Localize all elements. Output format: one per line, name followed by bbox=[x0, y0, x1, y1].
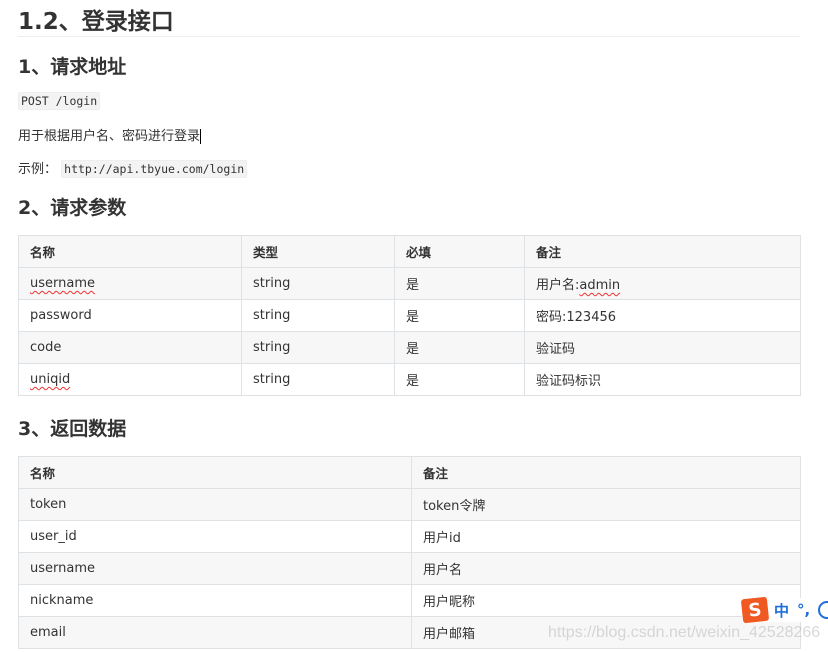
cell: username bbox=[18, 552, 412, 585]
cell: 是 bbox=[394, 331, 525, 364]
example-url: http://api.tbyue.com/login bbox=[61, 160, 248, 178]
cell: 验证码标识 bbox=[524, 363, 801, 396]
page-title: 1.2、登录接口 bbox=[18, 9, 174, 35]
example-label: 示例： bbox=[18, 162, 58, 177]
cell: string bbox=[241, 299, 395, 332]
header-cell: 备注 bbox=[411, 456, 801, 489]
header-cell: 必填 bbox=[394, 235, 525, 268]
method-code: POST /login bbox=[18, 92, 101, 110]
text-cursor bbox=[200, 129, 202, 144]
cell: 是 bbox=[394, 267, 525, 300]
cell: code bbox=[18, 331, 242, 364]
cell: uniqid bbox=[30, 372, 71, 387]
section-heading: 1、请求地址 bbox=[18, 56, 127, 78]
divider bbox=[18, 36, 800, 37]
return-table: 名称 备注 token token令牌 user_id 用户id username 用户… bbox=[18, 456, 801, 649]
watermark: https://blog.csdn.net/weixin_42528266 bbox=[548, 624, 821, 641]
header-cell: 名称 bbox=[18, 235, 242, 268]
cell: 密码:123456 bbox=[524, 299, 801, 332]
cell: email bbox=[18, 616, 412, 649]
cell: token bbox=[18, 488, 412, 521]
description[interactable]: 用于根据用户名、密码进行登录 bbox=[18, 125, 202, 144]
params-table: 名称 类型 必填 备注 username string 是用户名:admin pas… bbox=[18, 235, 801, 396]
cell: string bbox=[241, 363, 395, 396]
table-row: nickname 用户昵称 bbox=[18, 584, 801, 617]
cell: string bbox=[241, 331, 395, 364]
example: 示例： http://api.tbyue.com/login bbox=[18, 158, 248, 178]
ime-toolbar[interactable]: S 中 °, bbox=[740, 596, 828, 624]
cell: password bbox=[18, 299, 242, 332]
cell: user_id bbox=[18, 520, 412, 553]
section-heading: 2、请求参数 bbox=[18, 197, 127, 219]
table-row: token token令牌 bbox=[18, 488, 801, 521]
ime-punct-toggle[interactable]: °, bbox=[797, 601, 810, 619]
section-heading: 3、返回数据 bbox=[18, 418, 127, 440]
cell: username bbox=[30, 276, 95, 291]
table-header-row: 名称 备注 bbox=[18, 456, 801, 489]
table-row: password string 是密码:123456 bbox=[18, 299, 801, 332]
table-header-row: 名称 类型 必填 备注 bbox=[18, 235, 801, 268]
cell: nickname bbox=[18, 584, 412, 617]
request-method: POST /login bbox=[18, 92, 101, 110]
ime-mode-toggle[interactable]: 中 bbox=[774, 600, 789, 621]
table-row: username 用户名 bbox=[18, 552, 801, 585]
header-cell: 名称 bbox=[18, 456, 412, 489]
smiley-icon[interactable] bbox=[818, 601, 828, 619]
table-row: code string 是验证码 bbox=[18, 331, 801, 364]
table-row: uniqid string 是验证码标识 bbox=[18, 363, 801, 396]
cell: token令牌 bbox=[411, 488, 801, 521]
header-cell: 类型 bbox=[241, 235, 395, 268]
sogou-logo-icon[interactable]: S bbox=[740, 596, 770, 624]
cell: 验证码 bbox=[524, 331, 801, 364]
cell: 用户名 bbox=[411, 552, 801, 585]
header-cell: 备注 bbox=[524, 235, 801, 268]
cell: 是 bbox=[394, 363, 525, 396]
cell: 是 bbox=[394, 299, 525, 332]
description-text: 用于根据用户名、密码进行登录 bbox=[18, 129, 201, 144]
table-row: user_id 用户id bbox=[18, 520, 801, 553]
cell: string bbox=[241, 267, 395, 300]
spellcheck-word: admin bbox=[579, 278, 621, 293]
table-row: username string 是用户名:admin bbox=[18, 267, 801, 300]
cell: 用户名:admin bbox=[524, 267, 801, 300]
cell: 用户id bbox=[411, 520, 801, 553]
